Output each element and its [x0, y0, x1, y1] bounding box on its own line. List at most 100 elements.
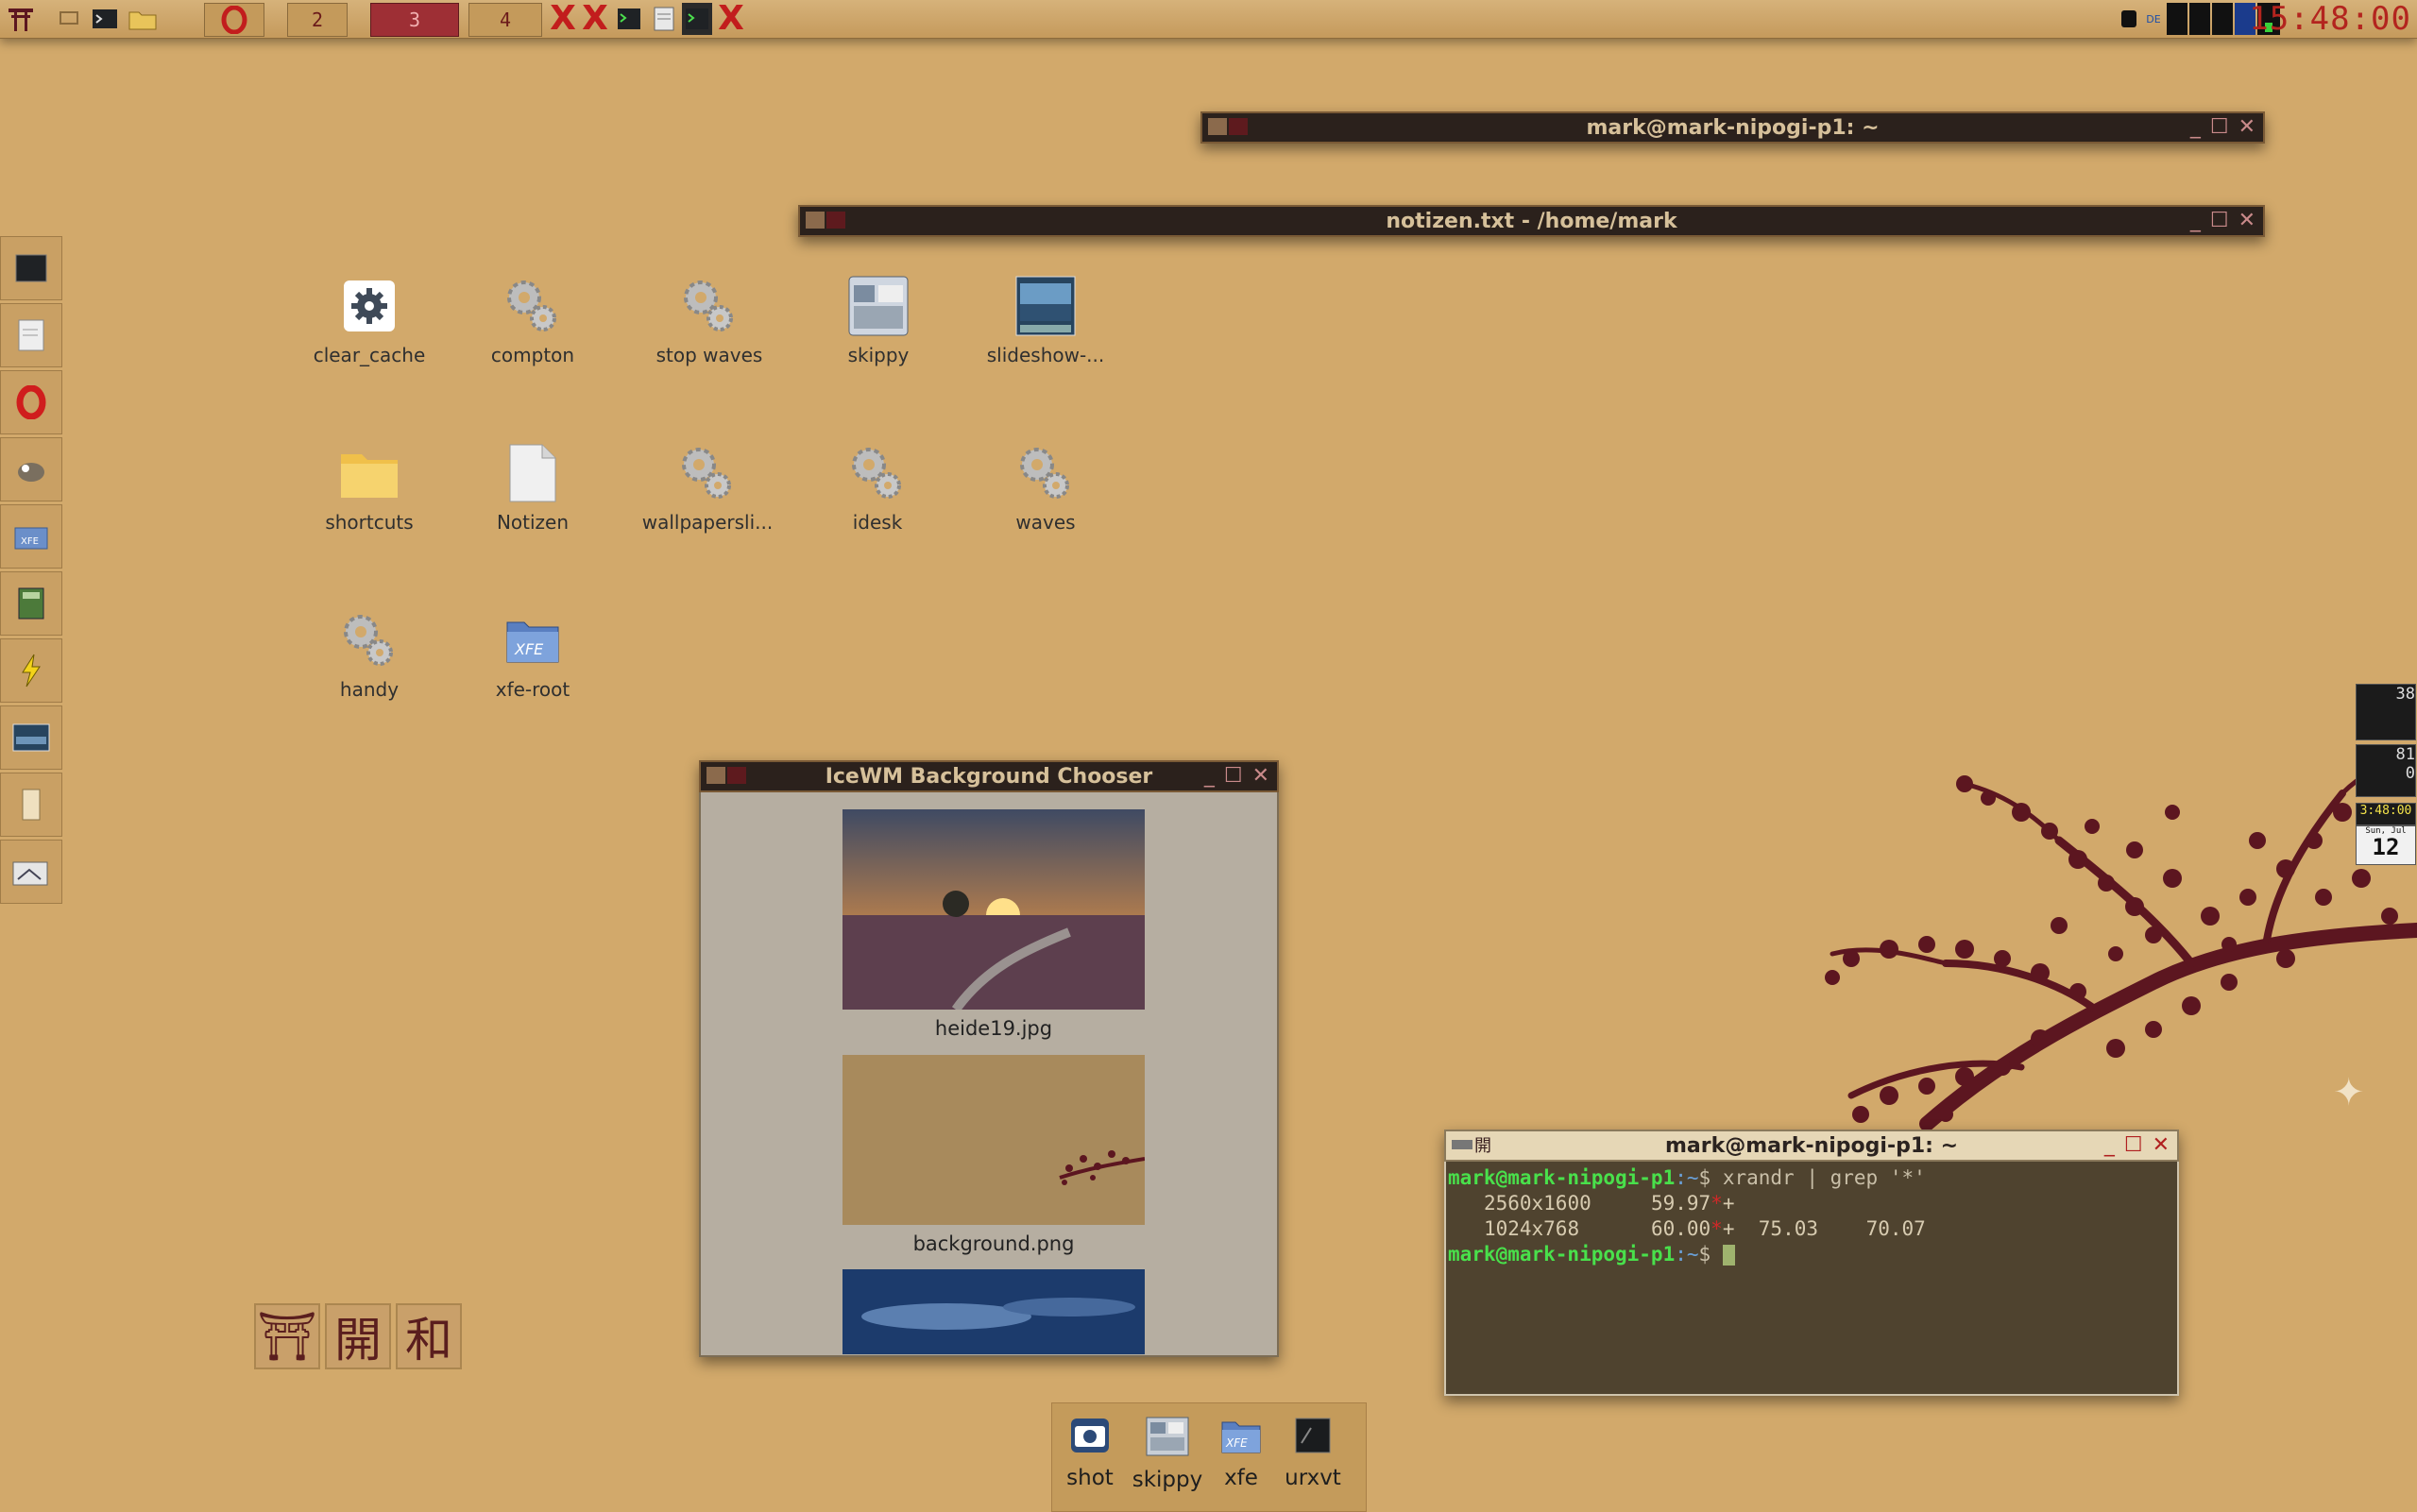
minimize-button[interactable]: _ [2104, 1133, 2115, 1157]
desktop-icon-waves[interactable]: waves [965, 441, 1126, 534]
workspace-number: 4 [499, 8, 512, 31]
titlebar[interactable]: mark@mark-nipogi-p1: ~ _ ☐ ✕ [1200, 111, 2265, 144]
close-button[interactable]: ✕ [2238, 209, 2255, 232]
gears-icon [507, 280, 556, 331]
dock-item-shot[interactable]: shot [1052, 1417, 1128, 1490]
screenshot-icon [12, 861, 48, 886]
window-title: mark@mark-nipogi-p1: ~ [1586, 115, 1880, 140]
desktop-icon-wallpaperslideshow[interactable]: wallpapersli... [627, 441, 788, 534]
prompt-user: mark@mark-nipogi-p1 [1448, 1166, 1676, 1189]
wallpaper-item[interactable]: background.png [843, 1055, 1146, 1255]
clock[interactable]: 15:48:00 [2249, 0, 2411, 38]
workspace-3[interactable]: 3 [370, 3, 459, 37]
desktop-icon-handy[interactable]: handy [289, 608, 450, 701]
scroll-icon [22, 789, 41, 821]
desktop-icon-notizen[interactable]: Notizen [452, 441, 613, 534]
heath-sunset-thumbnail [843, 809, 1145, 1012]
wallpaper-item[interactable] [843, 1269, 1145, 1355]
cpu-monitor: 38 [2356, 684, 2416, 740]
maximize-button[interactable]: ☐ [2210, 209, 2229, 232]
task-button[interactable] [614, 3, 644, 35]
icon-label: clear_cache [313, 344, 426, 366]
launcher-xfe[interactable]: XFE [0, 504, 62, 569]
terminal-window[interactable]: 開 mark@mark-nipogi-p1: ~ _ ☐ ✕ mark@mark… [1444, 1130, 2179, 1396]
torii-icon: ⛩ [257, 1308, 317, 1364]
desktop-icon-xfe-root[interactable]: XFE xfe-root [452, 608, 613, 701]
close-button[interactable]: ✕ [1252, 764, 1269, 788]
tray-network[interactable] [2118, 3, 2140, 35]
prompt-user: mark@mark-nipogi-p1 [1448, 1243, 1676, 1266]
workspace-1[interactable] [204, 3, 264, 37]
camera-icon [1071, 1419, 1109, 1453]
terminal-icon [618, 8, 640, 29]
memory-graph [2189, 3, 2210, 35]
terminal-window-top[interactable]: mark@mark-nipogi-p1: ~ _ ☐ ✕ [1200, 111, 2265, 144]
quick-files-button[interactable] [127, 3, 159, 35]
titlebar[interactable]: notizen.txt - /home/mark _ ☐ ✕ [798, 205, 2265, 237]
calendar-widget[interactable]: Sun, Jul 12 [2356, 825, 2416, 865]
task-button[interactable] [650, 3, 678, 35]
maximize-button[interactable]: ☐ [1224, 764, 1243, 788]
prompt-cwd: :~ [1675, 1243, 1699, 1266]
gears-icon [1020, 448, 1069, 499]
chooser-list[interactable]: heide19.jpg background.png [699, 792, 1279, 1357]
start-menu-button[interactable] [4, 3, 38, 35]
wallpaper-caption: heide19.jpg [934, 1017, 1053, 1040]
minimize-button[interactable]: _ [2190, 209, 2201, 232]
dock-item-xfe[interactable]: XFE xfe [1203, 1417, 1279, 1490]
desktop-icon-skippy[interactable]: skippy [798, 274, 959, 366]
desktop-icon-compton[interactable]: compton [452, 274, 613, 366]
desktop-icon-clear-cache[interactable]: clear_cache [289, 274, 450, 366]
swap-value: 0 [2405, 764, 2415, 783]
show-desktop-button[interactable] [55, 3, 83, 35]
dock-item-urxvt[interactable]: urxvt [1275, 1417, 1351, 1490]
keyboard-layout[interactable]: DE [2142, 3, 2165, 35]
task-button[interactable]: X [716, 2, 746, 36]
launcher-editor[interactable] [0, 303, 62, 367]
x-app-icon: X [582, 0, 608, 38]
launcher-image-viewer[interactable] [0, 705, 62, 770]
notizen-window[interactable]: notizen.txt - /home/mark _ ☐ ✕ [798, 205, 2265, 237]
kanji-button-harmony[interactable]: 和 [396, 1303, 462, 1369]
gears-icon [344, 615, 393, 666]
workspace-number: 3 [408, 8, 421, 31]
workspace-4[interactable]: 4 [468, 3, 542, 37]
wallpaper-item[interactable]: heide19.jpg [843, 809, 1145, 1040]
background-chooser-window[interactable]: IceWM Background Chooser _ ☐ ✕ heide19.j… [699, 760, 1279, 1357]
minimize-button[interactable]: _ [2190, 115, 2201, 139]
task-button[interactable]: X [548, 0, 578, 38]
minimize-button[interactable]: _ [1204, 764, 1215, 788]
dock-item-skippy[interactable]: skippy [1130, 1417, 1205, 1492]
maximize-button[interactable]: ☐ [2210, 115, 2229, 139]
prompt-sign: $ [1698, 1166, 1711, 1189]
launcher-scroll[interactable] [0, 773, 62, 837]
task-button-active[interactable] [682, 3, 712, 35]
launcher-power[interactable] [0, 638, 62, 703]
quick-terminal-button[interactable] [89, 3, 121, 35]
launcher-calculator[interactable] [0, 571, 62, 636]
cherry-blossom-wallpaper: ✦ [1825, 757, 2417, 1131]
launcher-opera[interactable] [0, 370, 62, 434]
memory-monitor: 81 0 [2356, 744, 2416, 797]
titlebar[interactable]: 開 mark@mark-nipogi-p1: ~ _ ☐ ✕ [1444, 1130, 2179, 1162]
close-button[interactable]: ✕ [2238, 115, 2255, 139]
icon-label: shortcuts [325, 511, 414, 534]
titlebar[interactable]: IceWM Background Chooser _ ☐ ✕ [699, 760, 1279, 792]
small-clock: 3:48:00 [2356, 803, 2416, 825]
launcher-gimp[interactable] [0, 437, 62, 501]
desktop-icon-shortcuts[interactable]: shortcuts [289, 441, 450, 534]
desktop-icon-slideshow[interactable]: slideshow-... [965, 274, 1126, 366]
x-app-icon: X [550, 0, 576, 38]
gimp-icon [18, 463, 44, 482]
launcher-terminal[interactable] [0, 236, 62, 300]
maximize-button[interactable]: ☐ [2124, 1133, 2143, 1157]
workspace-2[interactable]: 2 [287, 3, 348, 37]
terminal-output[interactable]: mark@mark-nipogi-p1:~$ xrandr | grep '*'… [1444, 1162, 2179, 1396]
kanji-button-open[interactable]: 開 [325, 1303, 391, 1369]
launcher-screenshot[interactable] [0, 840, 62, 904]
desktop-icon-stop-waves[interactable]: stop waves [629, 274, 790, 366]
close-button[interactable]: ✕ [2153, 1133, 2170, 1157]
kanji-button-torii[interactable]: ⛩ [254, 1303, 320, 1369]
desktop-icon-idesk[interactable]: idesk [797, 441, 958, 534]
task-button[interactable]: X [580, 0, 610, 38]
